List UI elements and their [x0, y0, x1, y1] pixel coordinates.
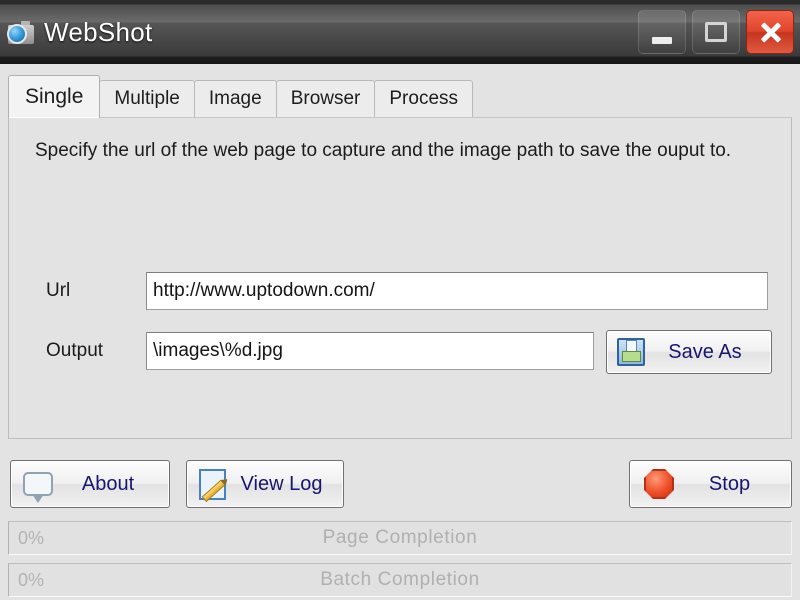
save-as-button[interactable]: Save As: [606, 330, 772, 374]
tab-image[interactable]: Image: [193, 80, 277, 118]
maximize-icon: [705, 22, 727, 42]
view-log-label: View Log: [240, 472, 323, 495]
stop-label: Stop: [708, 472, 751, 495]
page-completion-progressbar: 0% Page Completion: [8, 521, 792, 555]
batch-completion-progressbar: 0% Batch Completion: [8, 563, 792, 597]
tab-single-label: Single: [25, 85, 84, 108]
url-row: Url http://www.uptodown.com/: [46, 272, 768, 310]
save-as-label: Save As: [668, 340, 742, 363]
minimize-button[interactable]: [638, 10, 686, 54]
tab-multiple-label: Multiple: [114, 88, 180, 109]
close-icon: [758, 20, 782, 44]
output-row: Output \images\%d.jpg: [46, 332, 594, 370]
edit-document-icon: [199, 468, 226, 502]
tab-process-label: Process: [389, 88, 459, 109]
close-button[interactable]: [746, 10, 794, 54]
client-area: Single Multiple Image Browser Process Sp…: [0, 64, 800, 600]
tab-multiple[interactable]: Multiple: [99, 80, 195, 118]
stop-octagon-icon: [644, 469, 674, 499]
output-input[interactable]: \images\%d.jpg: [146, 332, 594, 370]
panel-description: Specify the url of the web page to captu…: [35, 140, 732, 161]
tab-image-label: Image: [208, 88, 262, 109]
maximize-button[interactable]: [692, 10, 740, 54]
window-title: WebShot: [44, 16, 153, 47]
about-label: About: [81, 472, 135, 495]
about-button[interactable]: About: [10, 460, 170, 508]
speech-bubble-icon: [23, 472, 53, 503]
title-bar: WebShot: [0, 0, 800, 64]
webshot-window: WebShot Single Multiple Image Browser Pr…: [0, 0, 800, 600]
camera-icon: [6, 19, 36, 47]
minimize-icon: [652, 36, 672, 44]
page-completion-label: Page Completion: [322, 527, 478, 548]
output-label: Output: [46, 340, 104, 361]
view-log-button[interactable]: View Log: [186, 460, 344, 508]
window-controls: [638, 10, 794, 54]
tab-single[interactable]: Single: [8, 75, 101, 118]
stop-button[interactable]: Stop: [629, 460, 792, 508]
tab-browser[interactable]: Browser: [275, 80, 376, 118]
batch-completion-label: Batch Completion: [320, 569, 480, 590]
tab-process[interactable]: Process: [374, 80, 474, 118]
tab-strip: Single Multiple Image Browser Process: [8, 75, 474, 118]
url-label: Url: [46, 280, 71, 301]
floppy-disk-icon: [617, 338, 645, 366]
tab-browser-label: Browser: [290, 88, 361, 109]
url-input[interactable]: http://www.uptodown.com/: [146, 272, 768, 310]
